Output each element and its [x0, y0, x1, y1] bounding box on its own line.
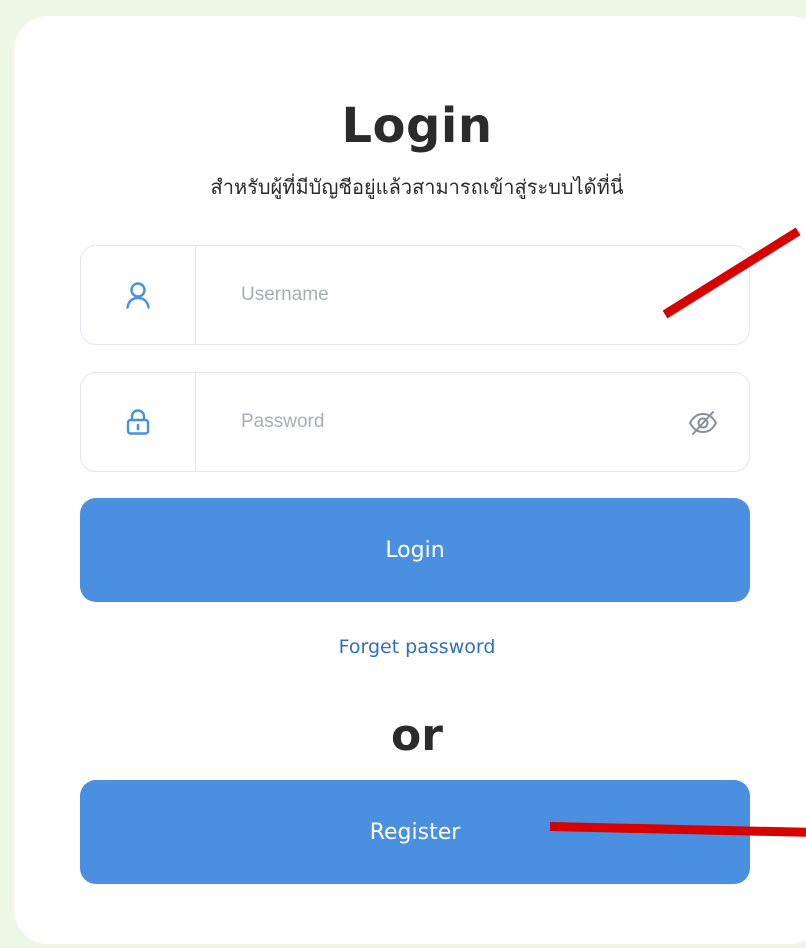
password-field: [80, 372, 750, 472]
login-page: Login สำหรับผู้ที่มีบัญชีอยู่แล้วสามารถเ…: [0, 0, 806, 948]
lock-icon: [126, 409, 150, 435]
password-input[interactable]: [241, 373, 661, 471]
page-subtitle: สำหรับผู้ที่มีบัญชีอยู่แล้วสามารถเข้าสู่…: [210, 175, 624, 199]
page-title: Login: [341, 98, 493, 154]
user-icon: [126, 282, 150, 309]
password-visibility-toggle[interactable]: [685, 405, 721, 441]
or-separator: or: [391, 710, 443, 761]
forget-password-link[interactable]: Forget password: [0, 632, 806, 662]
login-button[interactable]: Login: [80, 498, 750, 602]
password-icon-cell: [81, 373, 196, 471]
username-input[interactable]: [241, 246, 661, 344]
username-icon-cell: [81, 246, 196, 344]
eye-off-icon: [688, 411, 718, 435]
username-field: [80, 245, 750, 345]
